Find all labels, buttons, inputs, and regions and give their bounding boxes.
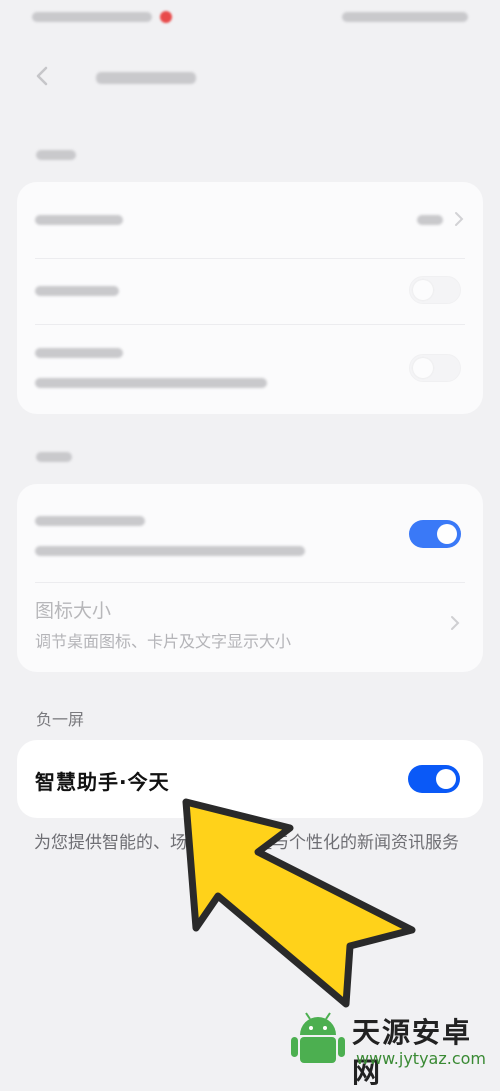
card1-row-1[interactable]: [17, 182, 483, 258]
row-value-blurred: [417, 215, 443, 225]
section-label-2-blurred: [36, 452, 72, 462]
status-left-blur: [32, 12, 152, 22]
card1-row-2[interactable]: [17, 258, 483, 324]
card1-row-3[interactable]: [17, 324, 483, 414]
back-arrow-icon[interactable]: [30, 62, 58, 90]
toggle-switch[interactable]: [409, 520, 461, 548]
android-logo-icon: [291, 1012, 345, 1063]
watermark-url: www.jytyaz.com: [356, 1049, 486, 1068]
status-bar: [0, 0, 500, 36]
top-bar: [0, 52, 500, 100]
row-subtitle-blurred: [35, 546, 305, 556]
icon-size-subtitle: 调节桌面图标、卡片及文字显示大小: [35, 632, 292, 651]
annotation-arrow: [182, 798, 416, 1008]
chevron-right-icon: [453, 210, 465, 228]
section-label-1-blurred: [36, 150, 76, 160]
section-label-negative-screen: 负一屏: [36, 710, 85, 729]
chevron-right-icon: [449, 614, 461, 632]
card2-row-1[interactable]: [17, 484, 483, 582]
watermark: 天源安卓网 www.jytyaz.com: [290, 1005, 490, 1089]
status-right-blur: [342, 12, 468, 22]
page-title-blurred: [96, 72, 196, 84]
settings-card-1: [17, 182, 483, 414]
icon-size-row[interactable]: 图标大小 调节桌面图标、卡片及文字显示大小: [17, 582, 483, 672]
toggle-switch[interactable]: [409, 276, 461, 304]
notification-dot: [160, 11, 172, 23]
icon-size-title: 图标大小: [35, 600, 112, 622]
row-title-blurred: [35, 348, 123, 358]
settings-card-2: 图标大小 调节桌面图标、卡片及文字显示大小: [17, 484, 483, 672]
row-title-blurred: [35, 516, 145, 526]
row-title-blurred: [35, 215, 123, 225]
row-title-blurred: [35, 286, 119, 296]
row-subtitle-blurred: [35, 378, 267, 388]
toggle-switch[interactable]: [409, 354, 461, 382]
